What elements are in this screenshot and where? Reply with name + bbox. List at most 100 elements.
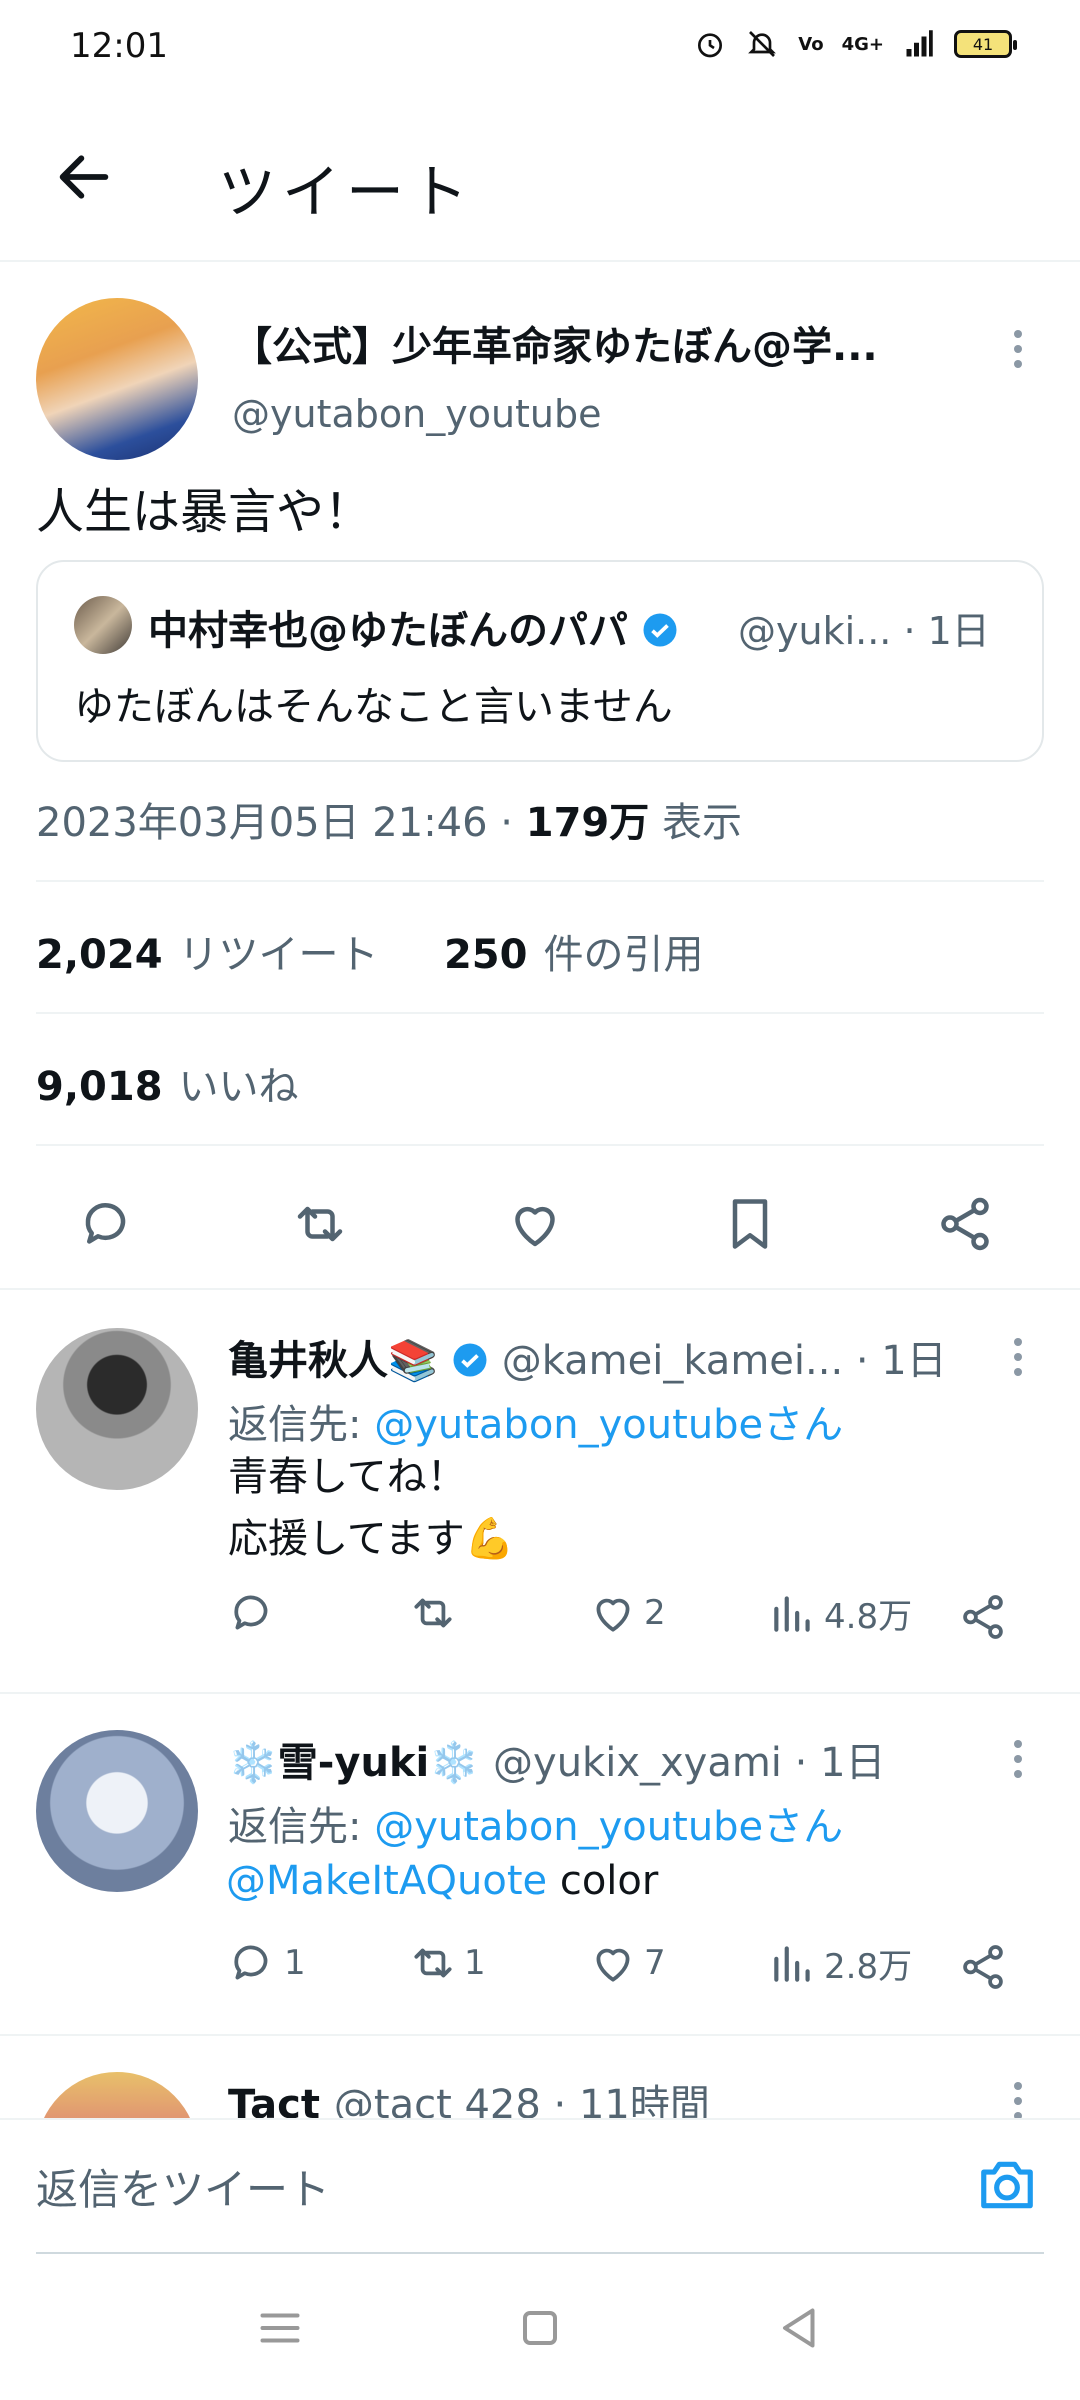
share-icon[interactable] — [958, 1942, 1008, 1992]
reply-button[interactable] — [228, 1588, 284, 1638]
avatar[interactable] — [36, 2072, 198, 2120]
reply-meta: @yukix_xyami · 1日 — [493, 1740, 886, 1786]
back-triangle-icon[interactable] — [770, 2298, 830, 2358]
reply-text-line: 青春してね！ — [228, 1454, 467, 1500]
reply-text-line: 応援してます💪 — [228, 1516, 515, 1562]
more-options-icon[interactable] — [1012, 330, 1024, 368]
network-label: 4G+ — [841, 33, 884, 55]
quoted-tweet[interactable]: 中村幸也@ゆたぼんのパパ @yuki... · 1日 ゆたぼんはそんなこと言いま… — [36, 560, 1044, 762]
like-count: 2 — [644, 1593, 666, 1633]
quotes-count: 250 — [443, 932, 528, 978]
more-options-icon[interactable] — [1012, 2082, 1024, 2120]
volte-icon: Vo — [798, 33, 824, 55]
reply-tweet[interactable]: Tact @tact 428 · 11時間 — [0, 2036, 1080, 2120]
retweet-button[interactable] — [408, 1588, 464, 1638]
reply-author-name: 亀井秋人📚 — [228, 1338, 438, 1384]
retweet-icon — [414, 1948, 452, 1978]
top-bar: ツイート — [0, 95, 1080, 262]
speech-bubble-icon — [234, 1595, 268, 1630]
reply-meta: @tact 428 · 11時間 — [333, 2082, 710, 2120]
reply-tweet[interactable]: 亀井秋人📚 @kamei_kamei... · 1日 返信先: @yutabon… — [0, 1292, 1080, 1694]
view-count: 2.8万 — [824, 1946, 913, 1987]
timestamp-text: 2023年03月05日 21:46 · — [36, 800, 526, 846]
verified-badge-icon — [643, 613, 677, 647]
reply-author[interactable]: Tact @tact 428 · 11時間 — [228, 2072, 710, 2120]
divider — [36, 880, 1044, 882]
page-title: ツイート — [218, 158, 475, 226]
more-options-icon[interactable] — [1012, 1338, 1024, 1376]
reply-meta: @kamei_kamei... · 1日 — [501, 1338, 947, 1384]
reply-author-name: ❄️雪-yuki❄️ — [228, 1740, 480, 1786]
bar-chart-icon — [774, 1946, 810, 1982]
share-icon[interactable] — [935, 1194, 995, 1254]
tweet-timestamp: 2023年03月05日 21:46 · 179万 表示 — [36, 790, 742, 848]
more-options-icon[interactable] — [1012, 1740, 1024, 1778]
signal-icon — [906, 30, 933, 57]
reply-tweet[interactable]: ❄️雪-yuki❄️ @yukix_xyami · 1日 返信先: @yutab… — [0, 1694, 1080, 2036]
reply-author[interactable]: 亀井秋人📚 @kamei_kamei... · 1日 — [228, 1328, 947, 1386]
bookmark-icon[interactable] — [720, 1194, 780, 1254]
system-nav-bar — [0, 2254, 1080, 2400]
focused-tweet: 【公式】少年革命家ゆたぼん@学... @yutabon_youtube 人生は暴… — [0, 262, 1080, 1290]
avatar[interactable] — [36, 1328, 198, 1490]
like-count: 7 — [644, 1943, 666, 1983]
quote-avatar — [74, 596, 132, 654]
quote-meta: @yuki... · 1日 — [738, 609, 990, 653]
mention-link[interactable]: @MakeItAQuote — [226, 1858, 547, 1904]
author-handle[interactable]: @yutabon_youtube — [232, 392, 602, 436]
home-icon[interactable] — [510, 2298, 570, 2358]
retweets-label: リツイート — [178, 932, 379, 978]
tweet-text: 人生は暴言や！ — [36, 484, 373, 540]
heart-icon — [596, 1598, 630, 1632]
menu-icon[interactable] — [250, 2298, 310, 2358]
views-button[interactable]: 2.8万 — [768, 1938, 912, 1988]
reply-to-prefix: 返信先: — [228, 1402, 375, 1448]
reply-to-prefix: 返信先: — [228, 1804, 375, 1850]
quote-text: ゆたぼんはそんなこと言いません — [74, 684, 673, 730]
reply-to: 返信先: @yutabon_youtubeさん — [228, 1794, 843, 1852]
reply-actions: 2 4.8万 — [228, 1588, 1028, 1648]
views-button[interactable]: 4.8万 — [768, 1588, 912, 1638]
like-button[interactable]: 2 — [588, 1588, 666, 1638]
views-count: 179万 — [525, 800, 650, 846]
mute-icon — [748, 31, 777, 57]
reply-count: 1 — [284, 1943, 306, 1983]
view-count: 4.8万 — [824, 1596, 913, 1637]
speech-bubble-icon[interactable] — [78, 1194, 138, 1254]
retweet-icon[interactable] — [290, 1194, 350, 1254]
reply-input[interactable]: 返信をツイート — [36, 2156, 330, 2217]
reply-button[interactable]: 1 — [228, 1938, 306, 1988]
avatar[interactable] — [36, 1730, 198, 1892]
battery-level: 41 — [972, 34, 994, 54]
arrow-left-icon[interactable] — [52, 145, 116, 209]
reply-to-user[interactable]: @yutabon_youtubeさん — [374, 1804, 843, 1850]
reply-to: 返信先: @yutabon_youtubeさん — [228, 1392, 843, 1450]
speech-bubble-icon — [234, 1945, 268, 1980]
heart-icon[interactable] — [505, 1194, 565, 1254]
share-icon[interactable] — [958, 1592, 1008, 1642]
like-stats[interactable]: 9,018 いいね — [36, 1054, 299, 1112]
like-button[interactable]: 7 — [588, 1938, 666, 1988]
status-bar: 12:01 Vo 4G+ 41 — [0, 0, 1080, 95]
reply-actions: 1 1 7 2.8万 — [228, 1938, 1028, 1998]
likes-label: いいね — [178, 1064, 299, 1110]
camera-icon[interactable] — [976, 2154, 1038, 2216]
avatar[interactable] — [36, 298, 198, 460]
author-name[interactable]: 【公式】少年革命家ゆたぼん@学... — [232, 314, 952, 372]
alarm-icon — [698, 33, 723, 58]
divider — [36, 1012, 1044, 1014]
battery-icon: 41 — [954, 30, 1017, 58]
retweet-stats[interactable]: 2,024 リツイート 250 件の引用 — [36, 922, 703, 980]
likes-count: 9,018 — [36, 1064, 163, 1110]
reply-author-name: Tact — [228, 2082, 320, 2120]
retweet-button[interactable]: 1 — [408, 1938, 486, 1988]
reply-author[interactable]: ❄️雪-yuki❄️ @yukix_xyami · 1日 — [228, 1730, 886, 1788]
verified-badge-icon — [453, 1343, 487, 1377]
reply-text: 青春してね！ 応援してます💪 — [228, 1446, 515, 1570]
retweet-count: 1 — [464, 1943, 486, 1983]
reply-text-rest: color — [547, 1858, 659, 1904]
heart-icon — [596, 1948, 630, 1982]
retweet-icon — [414, 1598, 452, 1628]
divider — [36, 1144, 1044, 1146]
reply-to-user[interactable]: @yutabon_youtubeさん — [374, 1402, 843, 1448]
